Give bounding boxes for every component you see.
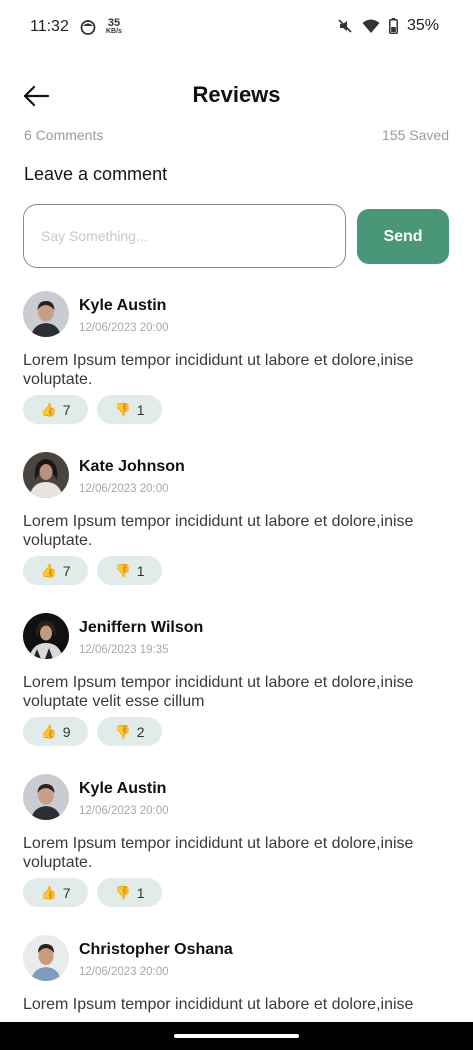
leave-comment-label: Leave a comment <box>24 164 168 184</box>
status-time: 11:32 <box>30 18 69 35</box>
like-button[interactable]: 👍 7 <box>23 556 88 585</box>
battery-icon <box>389 18 398 34</box>
comment-date: 12/06/2023 20:00 <box>79 322 169 334</box>
avatar <box>23 774 69 820</box>
comment-date: 12/06/2023 20:00 <box>79 966 169 978</box>
avatar <box>23 291 69 337</box>
dislike-count: 1 <box>136 401 145 418</box>
thumbs-down-icon: 👎 <box>114 885 131 900</box>
comment-date: 12/06/2023 19:35 <box>79 644 169 656</box>
dislike-button[interactable]: 👎 1 <box>97 878 162 907</box>
like-button[interactable]: 👍 7 <box>23 395 88 424</box>
comment-author: Kyle Austin <box>79 780 167 797</box>
reactions: 👍 7 👎 1 <box>23 878 162 907</box>
thumbs-up-icon: 👍 <box>40 885 57 900</box>
dislike-count: 1 <box>136 562 145 579</box>
avatar <box>23 935 69 981</box>
dislike-button[interactable]: 👎 1 <box>97 395 162 424</box>
like-button[interactable]: 👍 7 <box>23 878 88 907</box>
like-count: 7 <box>62 562 71 579</box>
comment-text: Lorem Ipsum tempor incididunt ut labore … <box>23 996 414 1013</box>
thumbs-up-icon: 👍 <box>40 724 57 739</box>
dislike-count: 1 <box>136 884 145 901</box>
mute-icon <box>338 19 352 33</box>
like-count: 9 <box>62 723 71 740</box>
like-count: 7 <box>62 884 71 901</box>
comments-count: 6 Comments <box>24 127 104 143</box>
network-speed: 35 KB/s <box>106 18 122 36</box>
thumbs-up-icon: 👍 <box>40 402 57 417</box>
thumbs-down-icon: 👎 <box>114 563 131 578</box>
saved-count: 155 Saved <box>382 127 449 143</box>
dislike-button[interactable]: 👎 1 <box>97 556 162 585</box>
comment-author: Jeniffern Wilson <box>79 619 204 636</box>
avatar <box>23 452 69 498</box>
comment-author: Christopher Oshana <box>79 941 233 958</box>
comment-text: Lorem Ipsum tempor incididunt ut labore … <box>23 513 414 549</box>
network-speed-unit: KB/s <box>106 28 122 35</box>
meta-row: 6 Comments 155 Saved <box>24 127 449 143</box>
battery-percent: 35% <box>406 17 439 34</box>
comment-author: Kyle Austin <box>79 297 167 314</box>
comment-date: 12/06/2023 20:00 <box>79 805 169 817</box>
dislike-button[interactable]: 👎 2 <box>97 717 162 746</box>
reactions: 👍 9 👎 2 <box>23 717 162 746</box>
thumbs-down-icon: 👎 <box>114 724 131 739</box>
comment-text: Lorem Ipsum tempor incididunt ut labore … <box>23 352 414 388</box>
data-saver-icon <box>80 20 96 35</box>
avatar <box>23 613 69 659</box>
status-icons: 35% <box>337 17 439 35</box>
home-gesture-handle[interactable] <box>174 1034 299 1038</box>
dislike-count: 2 <box>136 723 145 740</box>
thumbs-up-icon: 👍 <box>40 563 57 578</box>
page-title: Reviews <box>192 82 281 107</box>
wifi-icon <box>362 19 380 33</box>
send-button[interactable]: Send <box>357 209 449 264</box>
comment-date: 12/06/2023 20:00 <box>79 483 169 495</box>
like-button[interactable]: 👍 9 <box>23 717 88 746</box>
comment-input[interactable] <box>23 204 346 268</box>
comment-text: Lorem Ipsum tempor incididunt ut labore … <box>23 674 414 710</box>
reactions: 👍 7 👎 1 <box>23 395 162 424</box>
status-bar: 11:32 35 KB/s 35% <box>0 0 473 56</box>
navigation-bar <box>0 1022 473 1050</box>
like-count: 7 <box>62 401 71 418</box>
thumbs-down-icon: 👎 <box>114 402 131 417</box>
reactions: 👍 7 👎 1 <box>23 556 162 585</box>
comment-text: Lorem Ipsum tempor incididunt ut labore … <box>23 835 414 871</box>
comment-author: Kate Johnson <box>79 458 185 475</box>
